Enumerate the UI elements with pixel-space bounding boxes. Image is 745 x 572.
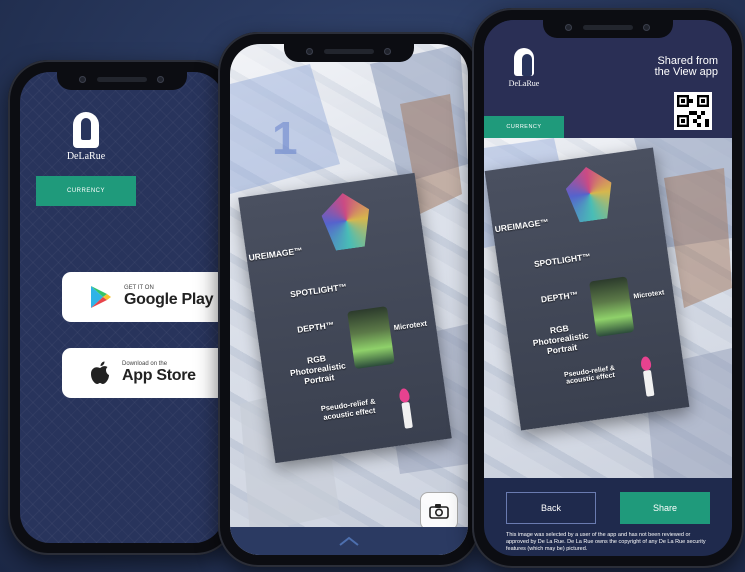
share-button-label: Share <box>652 503 678 513</box>
feature-card-right: UREIMAGE™ SPOTLIGHT™ DEPTH™ Microtext RG… <box>484 147 690 431</box>
currency-tab-label: CURRENCY <box>66 188 105 194</box>
phone-right-notch <box>543 18 673 38</box>
camera-icon <box>429 504 449 519</box>
hologram-graphic-right <box>563 164 616 224</box>
qr-code-icon <box>677 95 709 127</box>
logo-mark-small-icon <box>514 48 534 76</box>
delarue-logo: DeLaRue <box>62 112 110 162</box>
chevron-up-icon[interactable] <box>338 536 360 546</box>
disclaimer-text: This image was selected by a user of the… <box>506 532 706 552</box>
currency-tab[interactable]: CURRENCY <box>36 176 136 206</box>
phone-right-screen: DeLaRue Shared from the View app CURRENC… <box>484 20 732 556</box>
app-store-button[interactable]: Download on the App Store <box>62 348 224 398</box>
phone-left: DeLaRue CURRENCY GET IT ON Google Play D… <box>8 60 236 555</box>
candle-graphic <box>401 401 413 429</box>
phone-right: DeLaRue Shared from the View app CURRENC… <box>472 8 744 568</box>
logo-text: DeLaRue <box>66 151 106 162</box>
google-play-icon <box>91 286 111 308</box>
bottom-bar <box>230 527 468 555</box>
shared-image: UREIMAGE™ SPOTLIGHT™ DEPTH™ Microtext RG… <box>484 138 732 478</box>
logo-mark-icon <box>73 112 99 148</box>
feature-label-spotlight: SPOTLIGHT™ <box>289 281 348 300</box>
phone-middle: 1 UREIMAGE™ SPOTLIGHT™ DEPTH™ Microtext … <box>218 32 480 567</box>
feature-card: UREIMAGE™ SPOTLIGHT™ DEPTH™ Microtext RG… <box>238 172 452 464</box>
feature-label-microtext: Microtext <box>393 318 428 333</box>
feature-label-pseudo-relief-right: Pseudo-relief & acoustic effect <box>563 364 616 386</box>
google-play-big-text: Google Play <box>124 291 214 308</box>
feature-label-spotlight-right: SPOTLIGHT™ <box>533 251 592 270</box>
phone-middle-screen: 1 UREIMAGE™ SPOTLIGHT™ DEPTH™ Microtext … <box>230 44 468 555</box>
feature-label-depth-right: DEPTH™ <box>540 289 579 305</box>
currency-tab-right-label: CURRENCY <box>506 124 542 130</box>
currency-tab-right[interactable]: CURRENCY <box>484 116 564 138</box>
phone-left-notch <box>57 70 187 90</box>
feature-label-ureimage-right: UREIMAGE™ <box>494 216 550 235</box>
apple-icon <box>91 361 109 384</box>
share-button[interactable]: Share <box>620 492 710 524</box>
delarue-logo-small: DeLaRue <box>502 48 546 88</box>
back-button-label: Back <box>540 503 561 513</box>
feature-label-rgb-portrait-right: RGB Photorealistic Portrait <box>532 322 590 357</box>
flame-graphic-right <box>640 355 652 372</box>
feature-label-ureimage: UREIMAGE™ <box>247 245 304 263</box>
feature-label-pseudo-relief: Pseudo-relief & acoustic effect <box>320 396 377 422</box>
candle-graphic-right <box>642 369 655 397</box>
shared-from-text: Shared from the View app <box>655 56 718 78</box>
hologram-graphic <box>319 190 374 252</box>
google-play-button[interactable]: GET IT ON Google Play <box>62 272 224 322</box>
phone-middle-notch <box>284 42 414 62</box>
phone-left-screen: DeLaRue CURRENCY GET IT ON Google Play D… <box>20 72 224 543</box>
flame-graphic <box>398 387 411 404</box>
shared-line-2: the View app <box>654 66 718 78</box>
portrait-image <box>347 306 395 370</box>
logo-text-small: DeLaRue <box>508 79 540 88</box>
portrait-image-right <box>588 276 635 338</box>
camera-button[interactable] <box>420 492 458 530</box>
feature-label-microtext-right: Microtext <box>633 289 665 301</box>
feature-label-depth: DEPTH™ <box>296 319 335 335</box>
feature-label-rgb-portrait: RGB Photorealistic Portrait <box>289 353 347 387</box>
svg-text:1: 1 <box>272 112 298 164</box>
qr-code <box>674 92 712 130</box>
app-store-big-text: App Store <box>122 367 196 384</box>
back-button[interactable]: Back <box>506 492 596 524</box>
